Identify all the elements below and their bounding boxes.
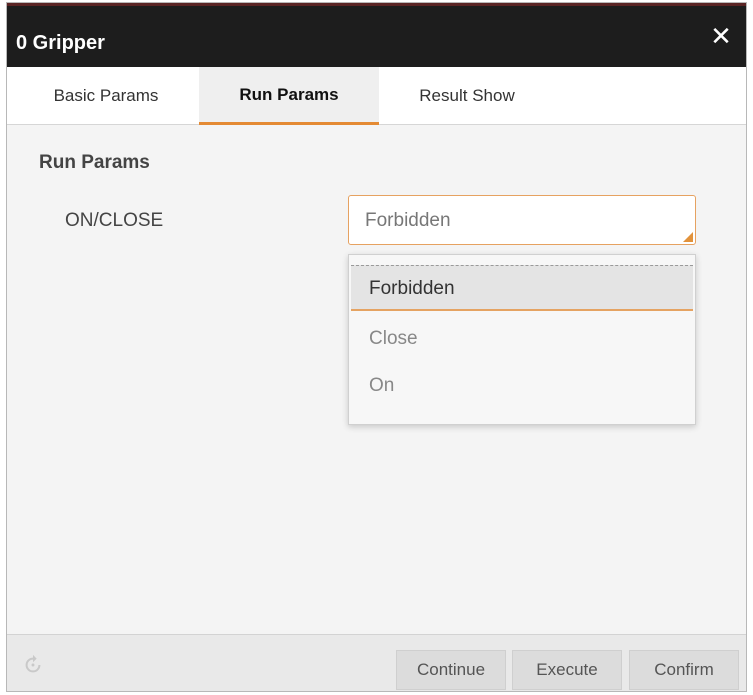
tab-bar: Basic Params Run Params Result Show [7,67,746,125]
close-icon[interactable]: ✕ [706,21,736,51]
footer-bar: Continue Execute Confirm [7,634,746,691]
refresh-icon[interactable] [22,654,44,676]
select-dropdown-menu: Forbidden Close On [348,254,696,425]
on-close-select[interactable]: Forbidden [348,195,696,245]
tab-content: Run Params ON/CLOSE Forbidden Forbidden … [7,126,746,634]
select-value: Forbidden [365,210,451,231]
option-close[interactable]: Close [351,316,693,362]
dropdown-caret-icon [683,232,693,242]
title-bar: 0 Gripper ✕ [7,3,746,67]
option-on[interactable]: On [351,363,693,409]
gripper-dialog: 0 Gripper ✕ Basic Params Run Params Resu… [6,2,747,692]
confirm-button[interactable]: Confirm [629,650,739,690]
continue-button[interactable]: Continue [396,650,506,690]
on-close-label: ON/CLOSE [65,210,164,231]
tab-result-show[interactable]: Result Show [387,67,547,125]
execute-button[interactable]: Execute [512,650,622,690]
option-forbidden[interactable]: Forbidden [351,265,693,311]
tab-basic-params[interactable]: Basic Params [31,67,181,125]
dialog-title: 0 Gripper [16,32,105,54]
tab-run-params[interactable]: Run Params [199,67,379,125]
section-title: Run Params [39,152,150,173]
